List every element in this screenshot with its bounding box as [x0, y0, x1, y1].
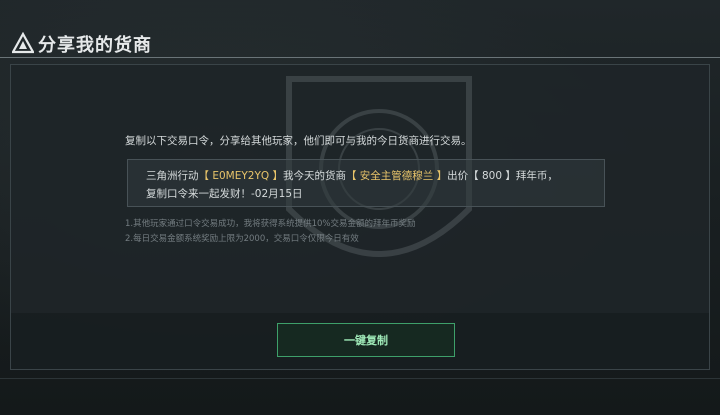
footer-divider — [0, 378, 720, 379]
code-line-1: 三角洲行动【 E0MEY2YQ 】我今天的货商【 安全主管德穆兰 】出价【 80… — [146, 168, 558, 183]
code-line-2: 复制口令来一起发财！-02月15日 — [146, 188, 303, 200]
trade-code-value: 【 E0MEY2YQ 】 — [198, 170, 283, 182]
copy-button[interactable]: 一键复制 — [277, 323, 455, 357]
trade-code-box: 三角洲行动【 E0MEY2YQ 】我今天的货商【 安全主管德穆兰 】出价【 80… — [127, 159, 605, 207]
header-divider — [0, 57, 720, 58]
code-suffix: 拜年币， — [515, 170, 558, 182]
delta-logo-icon — [12, 32, 34, 54]
price-value: 【 800 】 — [468, 170, 516, 182]
note-2: 2.每日交易金额系统奖励上限为2000，交易口令仅限今日有效 — [125, 234, 359, 244]
price-prefix: 出价 — [447, 170, 469, 182]
copy-button-label: 一键复制 — [344, 334, 388, 347]
code-mid-text: 我今天的货商 — [282, 170, 346, 182]
code-prefix: 三角洲行动 — [146, 170, 199, 182]
share-panel: 复制以下交易口令，分享给其他玩家，他们即可与我的今日货商进行交易。 三角洲行动【… — [10, 64, 710, 370]
note-1: 1.其他玩家通过口令交易成功，我将获得系统提供10%交易金额的拜年币奖励 — [125, 219, 416, 229]
header: 分享我的货商 — [0, 28, 720, 58]
instruction-text: 复制以下交易口令，分享给其他玩家，他们即可与我的今日货商进行交易。 — [125, 135, 472, 147]
merchant-name: 【 安全主管德穆兰 】 — [345, 170, 448, 182]
page-title: 分享我的货商 — [38, 35, 152, 56]
